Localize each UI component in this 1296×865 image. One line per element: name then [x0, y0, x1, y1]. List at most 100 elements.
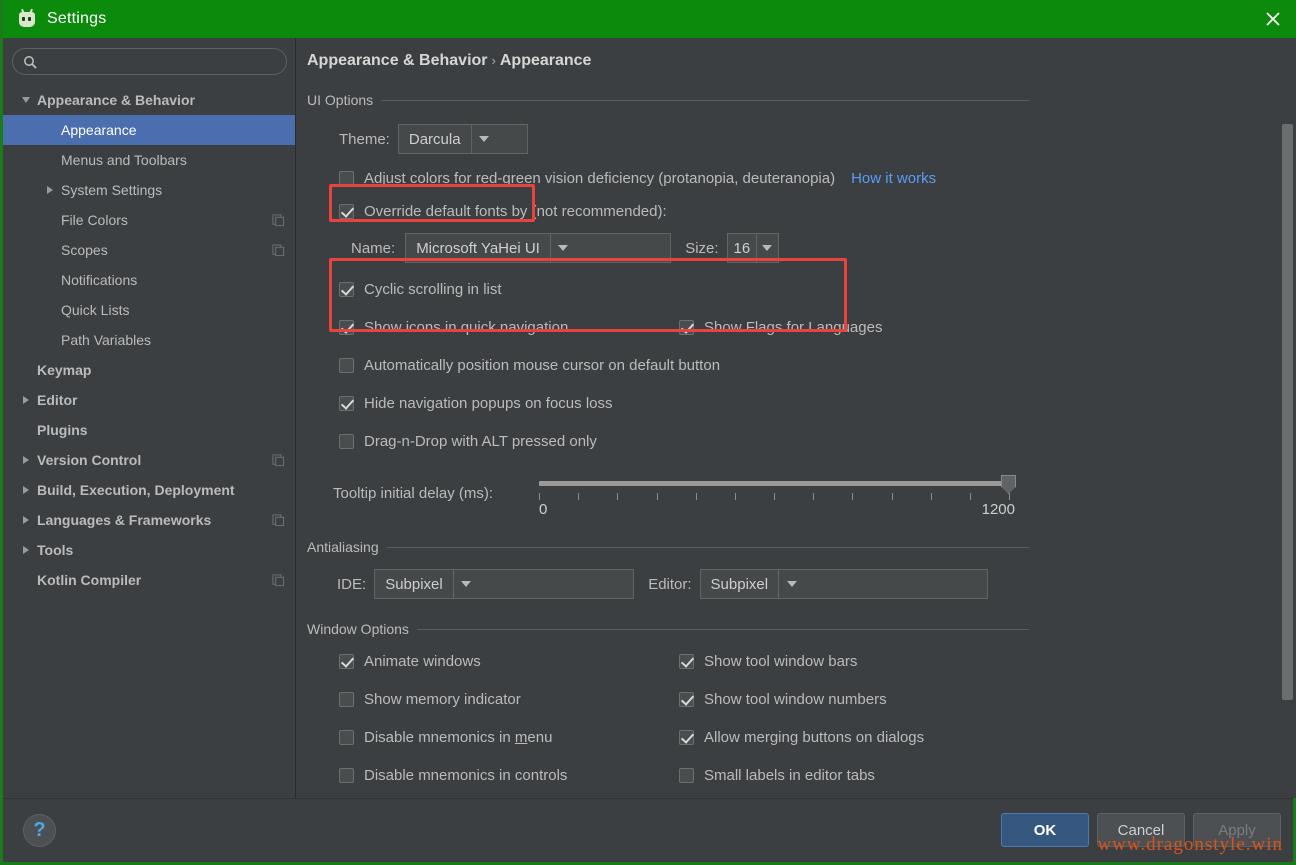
- sidebar-item-appearance-behavior[interactable]: Appearance & Behavior: [3, 85, 295, 115]
- adjust-colors-checkbox-row[interactable]: Adjust colors for red-green vision defic…: [339, 170, 835, 187]
- sidebar-item-keymap[interactable]: Keymap: [3, 355, 295, 385]
- cancel-button[interactable]: Cancel: [1097, 813, 1185, 847]
- cancel-label: Cancel: [1117, 821, 1165, 839]
- search-box[interactable]: [12, 48, 287, 75]
- checkbox-line: Hide navigation popups on focus loss: [339, 395, 1029, 412]
- show-memory-indicator-checkbox[interactable]: [339, 692, 354, 707]
- disable-mnemonics-in-menu-checkbox-row[interactable]: Disable mnemonics in menu: [339, 729, 679, 746]
- override-fonts-checkbox[interactable]: [339, 204, 354, 219]
- show-memory-indicator-checkbox-row[interactable]: Show memory indicator: [339, 691, 679, 708]
- sidebar-item-label: Plugins: [37, 422, 88, 438]
- ide-antialiasing-dropdown[interactable]: Subpixel: [374, 569, 635, 599]
- automatically-position-mouse-cursor-on-default-button-checkbox[interactable]: [339, 358, 354, 373]
- disable-mnemonics-in-menu-label: Disable mnemonics in menu: [364, 729, 553, 746]
- show-icons-in-quick-navigation-checkbox-row[interactable]: Show icons in quick navigation: [339, 319, 679, 336]
- chevron-right-icon[interactable]: [15, 486, 37, 494]
- help-label: ?: [33, 819, 46, 841]
- allow-merging-buttons-on-dialogs-checkbox-row[interactable]: Allow merging buttons on dialogs: [679, 729, 1019, 746]
- override-fonts-row: Override default fonts by (not recommend…: [307, 203, 1029, 220]
- drag-n-drop-with-alt-pressed-only-checkbox[interactable]: [339, 434, 354, 449]
- sidebar-item-path-variables[interactable]: Path Variables: [3, 325, 295, 355]
- animate-windows-checkbox-row[interactable]: Animate windows: [339, 653, 679, 670]
- copy-settings-icon[interactable]: [272, 243, 285, 257]
- theme-dropdown[interactable]: Darcula: [397, 124, 528, 154]
- cyclic-scrolling-in-list-checkbox[interactable]: [339, 282, 354, 297]
- window-options-right-column: Show tool window bars Show tool window nu…: [679, 653, 1019, 798]
- window-options-group: Window Options Animate windows Show memor…: [307, 621, 1029, 798]
- scrollbar-thumb[interactable]: [1282, 124, 1293, 700]
- sidebar-item-quick-lists[interactable]: Quick Lists: [3, 295, 295, 325]
- slider-thumb[interactable]: [1001, 475, 1016, 494]
- copy-settings-icon[interactable]: [272, 513, 285, 527]
- chevron-down-icon[interactable]: [15, 97, 37, 103]
- antialiasing-title-text: Antialiasing: [307, 539, 379, 555]
- show-tool-window-bars-checkbox[interactable]: [679, 654, 694, 669]
- sidebar-item-system-settings[interactable]: System Settings: [3, 175, 295, 205]
- checkbox-cell: Drag-n-Drop with ALT pressed only: [339, 433, 679, 450]
- override-fonts-checkbox-row[interactable]: Override default fonts by (not recommend…: [339, 203, 667, 220]
- breadcrumb-parent[interactable]: Appearance & Behavior: [307, 52, 488, 69]
- copy-settings-icon[interactable]: [272, 573, 285, 587]
- chevron-down-icon: [470, 125, 497, 153]
- small-labels-in-editor-tabs-checkbox-row[interactable]: Small labels in editor tabs: [679, 767, 1019, 784]
- breadcrumb: Appearance & Behavior › Appearance: [297, 38, 1296, 70]
- sidebar-item-plugins[interactable]: Plugins: [3, 415, 295, 445]
- show-tool-window-bars-checkbox-row[interactable]: Show tool window bars: [679, 653, 1019, 670]
- copy-settings-icon[interactable]: [272, 453, 285, 467]
- help-icon[interactable]: ?: [23, 814, 56, 847]
- show-icons-in-quick-navigation-checkbox[interactable]: [339, 320, 354, 335]
- sidebar-item-file-colors[interactable]: File Colors: [3, 205, 295, 235]
- close-icon[interactable]: [1247, 0, 1296, 38]
- hide-navigation-popups-on-focus-loss-checkbox-row[interactable]: Hide navigation popups on focus loss: [339, 395, 679, 412]
- sidebar-item-tools[interactable]: Tools: [3, 535, 295, 565]
- font-size-label: Size:: [685, 239, 719, 257]
- small-labels-in-editor-tabs-checkbox[interactable]: [679, 768, 694, 783]
- search-input[interactable]: [37, 54, 286, 69]
- sidebar-item-build-execution-deployment[interactable]: Build, Execution, Deployment: [3, 475, 295, 505]
- disable-mnemonics-in-menu-checkbox[interactable]: [339, 730, 354, 745]
- sidebar-item-languages-frameworks[interactable]: Languages & Frameworks: [3, 505, 295, 535]
- chevron-right-icon[interactable]: [15, 456, 37, 464]
- adjust-colors-checkbox[interactable]: [339, 171, 354, 186]
- ok-button[interactable]: OK: [1001, 813, 1089, 847]
- hide-navigation-popups-on-focus-loss-checkbox[interactable]: [339, 396, 354, 411]
- font-size-dropdown[interactable]: 16: [726, 233, 779, 263]
- copy-settings-icon[interactable]: [272, 213, 285, 227]
- sidebar-item-label: Notifications: [61, 272, 138, 288]
- show-flags-for-languages-checkbox-row[interactable]: Show Flags for Languages: [679, 319, 882, 336]
- drag-n-drop-with-alt-pressed-only-checkbox-row[interactable]: Drag-n-Drop with ALT pressed only: [339, 433, 679, 450]
- animate-windows-label: Animate windows: [364, 653, 481, 670]
- window-title: Settings: [47, 10, 107, 27]
- font-name-dropdown[interactable]: Microsoft YaHei UI: [405, 233, 672, 263]
- disable-mnemonics-in-controls-checkbox-row[interactable]: Disable mnemonics in controls: [339, 767, 679, 784]
- sidebar-item-label: Editor: [37, 392, 78, 408]
- how-it-works-link[interactable]: How it works: [851, 170, 936, 187]
- apply-button: Apply: [1193, 813, 1281, 847]
- chevron-right-icon[interactable]: [15, 516, 37, 524]
- editor-antialiasing-dropdown[interactable]: Subpixel: [699, 569, 988, 599]
- automatically-position-mouse-cursor-on-default-button-checkbox-row[interactable]: Automatically position mouse cursor on d…: [339, 357, 720, 374]
- content-scrollbar[interactable]: [1282, 82, 1293, 792]
- tooltip-delay-slider[interactable]: 0 1200: [539, 471, 1016, 519]
- disable-mnemonics-in-controls-checkbox[interactable]: [339, 768, 354, 783]
- antialiasing-group: Antialiasing IDE: Subpixel Editor: Subpi…: [307, 539, 1029, 599]
- show-tool-window-numbers-checkbox-row[interactable]: Show tool window numbers: [679, 691, 1019, 708]
- chevron-right-icon[interactable]: [15, 546, 37, 554]
- checkbox-line: Show icons in quick navigation Show Flags…: [339, 319, 1029, 336]
- cyclic-scrolling-in-list-checkbox-row[interactable]: Cyclic scrolling in list: [339, 281, 679, 298]
- theme-value: Darcula: [408, 130, 461, 148]
- show-tool-window-numbers-checkbox[interactable]: [679, 692, 694, 707]
- chevron-right-icon[interactable]: [15, 396, 37, 404]
- chevron-right-icon[interactable]: [39, 186, 61, 194]
- sidebar-item-scopes[interactable]: Scopes: [3, 235, 295, 265]
- sidebar-item-version-control[interactable]: Version Control: [3, 445, 295, 475]
- sidebar-item-kotlin-compiler[interactable]: Kotlin Compiler: [3, 565, 295, 595]
- animate-windows-checkbox[interactable]: [339, 654, 354, 669]
- sidebar-item-notifications[interactable]: Notifications: [3, 265, 295, 295]
- allow-merging-buttons-on-dialogs-checkbox[interactable]: [679, 730, 694, 745]
- sidebar-item-editor[interactable]: Editor: [3, 385, 295, 415]
- sidebar-item-label: Menus and Toolbars: [61, 152, 187, 168]
- sidebar-item-menus-and-toolbars[interactable]: Menus and Toolbars: [3, 145, 295, 175]
- show-flags-for-languages-checkbox[interactable]: [679, 320, 694, 335]
- sidebar-item-appearance[interactable]: Appearance: [3, 115, 295, 145]
